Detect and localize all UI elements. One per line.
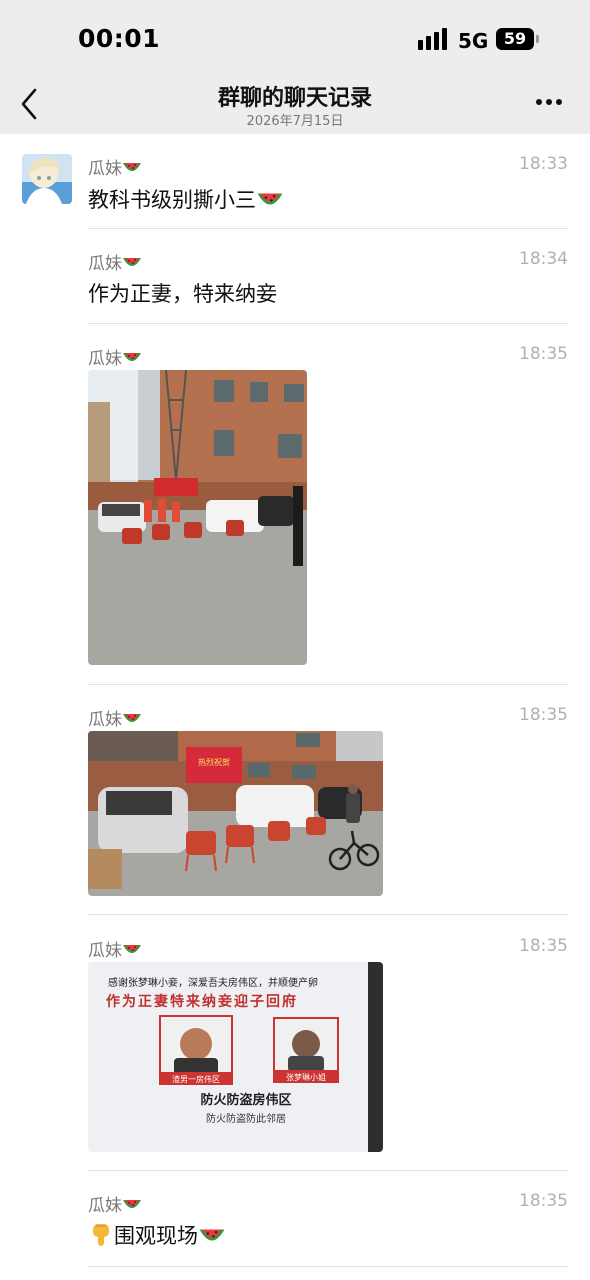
- sender-name: 瓜妹: [88, 249, 142, 275]
- message-text[interactable]: 作为正妻，特来纳妾: [88, 278, 277, 308]
- watermelon-emoji: [122, 159, 142, 180]
- watermelon-emoji: [122, 254, 142, 275]
- pointing-down-emoji: [88, 1222, 114, 1253]
- message-time: 18:35: [519, 1191, 568, 1211]
- message-text[interactable]: 围观现场: [88, 1220, 226, 1253]
- divider: [88, 323, 568, 324]
- banner-text: 热烈祝贺: [198, 757, 230, 767]
- divider: [88, 914, 568, 915]
- message-time: 18:33: [519, 154, 568, 174]
- battery-icon: 59: [496, 28, 534, 50]
- flyer-subheading: 防火防盗防此邻居: [206, 1112, 286, 1125]
- divider: [88, 1266, 568, 1267]
- sender-name: 瓜妹: [88, 705, 142, 731]
- drums-and-banner-photo[interactable]: 热烈祝贺: [88, 731, 383, 896]
- top-bar: 00:01 5G 59 群聊的聊天记录 2026年7月15日: [0, 0, 590, 134]
- message-item[interactable]: 瓜妹 18:34 作为正妻，特来纳妾: [88, 249, 568, 309]
- flyer-line-2: 作为正妻特来纳妾迎子回府: [106, 993, 298, 1010]
- watermelon-emoji: [122, 941, 142, 962]
- divider: [88, 1170, 568, 1171]
- sender-name: 瓜妹: [88, 936, 142, 962]
- more-dots-icon: [536, 99, 542, 105]
- status-time: 00:01: [78, 24, 161, 53]
- watermelon-emoji: [122, 349, 142, 370]
- sender-name: 瓜妹: [88, 154, 142, 180]
- page-title: 群聊的聊天记录: [217, 86, 372, 111]
- page-subtitle-date: 2026年7月15日: [246, 114, 344, 129]
- sender-name: 瓜妹: [88, 1191, 142, 1217]
- street-gathering-photo[interactable]: [88, 370, 307, 665]
- message-time: 18:34: [519, 249, 568, 269]
- flyer-line-1: 感谢张梦琳小妾，深爱吾夫房伟区，并顺便产卵: [108, 976, 318, 989]
- cellular-signal-icon: [418, 28, 450, 50]
- message-time: 18:35: [519, 705, 568, 725]
- divider: [88, 228, 568, 229]
- more-button[interactable]: [534, 97, 564, 107]
- divider: [88, 684, 568, 685]
- message-item[interactable]: 瓜妹 18:33 教科书级别撕小三: [88, 154, 568, 214]
- flyer-heading: 防火防盗房伟区: [200, 1092, 291, 1108]
- avatar[interactable]: [22, 154, 72, 204]
- watermelon-emoji: [198, 1224, 226, 1251]
- message-item[interactable]: 瓜妹 18:35 感谢张梦琳小妾，深爱吾夫房伟区，并顺便产卵 作为正妻特来纳妾迎…: [88, 936, 568, 1158]
- message-time: 18:35: [519, 936, 568, 956]
- message-item[interactable]: 瓜妹 18:35 围观现场: [88, 1191, 568, 1253]
- notice-flyer-photo[interactable]: 感谢张梦琳小妾，深爱吾夫房伟区，并顺便产卵 作为正妻特来纳妾迎子回府 渣男一房伟…: [88, 962, 383, 1152]
- battery-level: 59: [503, 29, 527, 48]
- watermelon-emoji: [122, 710, 142, 731]
- message-item[interactable]: 瓜妹 18:35: [88, 344, 568, 669]
- sender-name: 瓜妹: [88, 344, 142, 370]
- watermelon-emoji: [256, 188, 284, 215]
- battery-cap: [536, 35, 539, 43]
- watermelon-emoji: [122, 1196, 142, 1217]
- flyer-caption-right: 张梦琳小姐: [286, 1072, 326, 1082]
- message-text[interactable]: 教科书级别撕小三: [88, 184, 284, 215]
- network-type: 5G: [458, 29, 489, 53]
- message-item[interactable]: 瓜妹 18:35 热烈祝贺: [88, 705, 568, 900]
- flyer-caption-left: 渣男一房伟区: [172, 1074, 220, 1084]
- message-time: 18:35: [519, 344, 568, 364]
